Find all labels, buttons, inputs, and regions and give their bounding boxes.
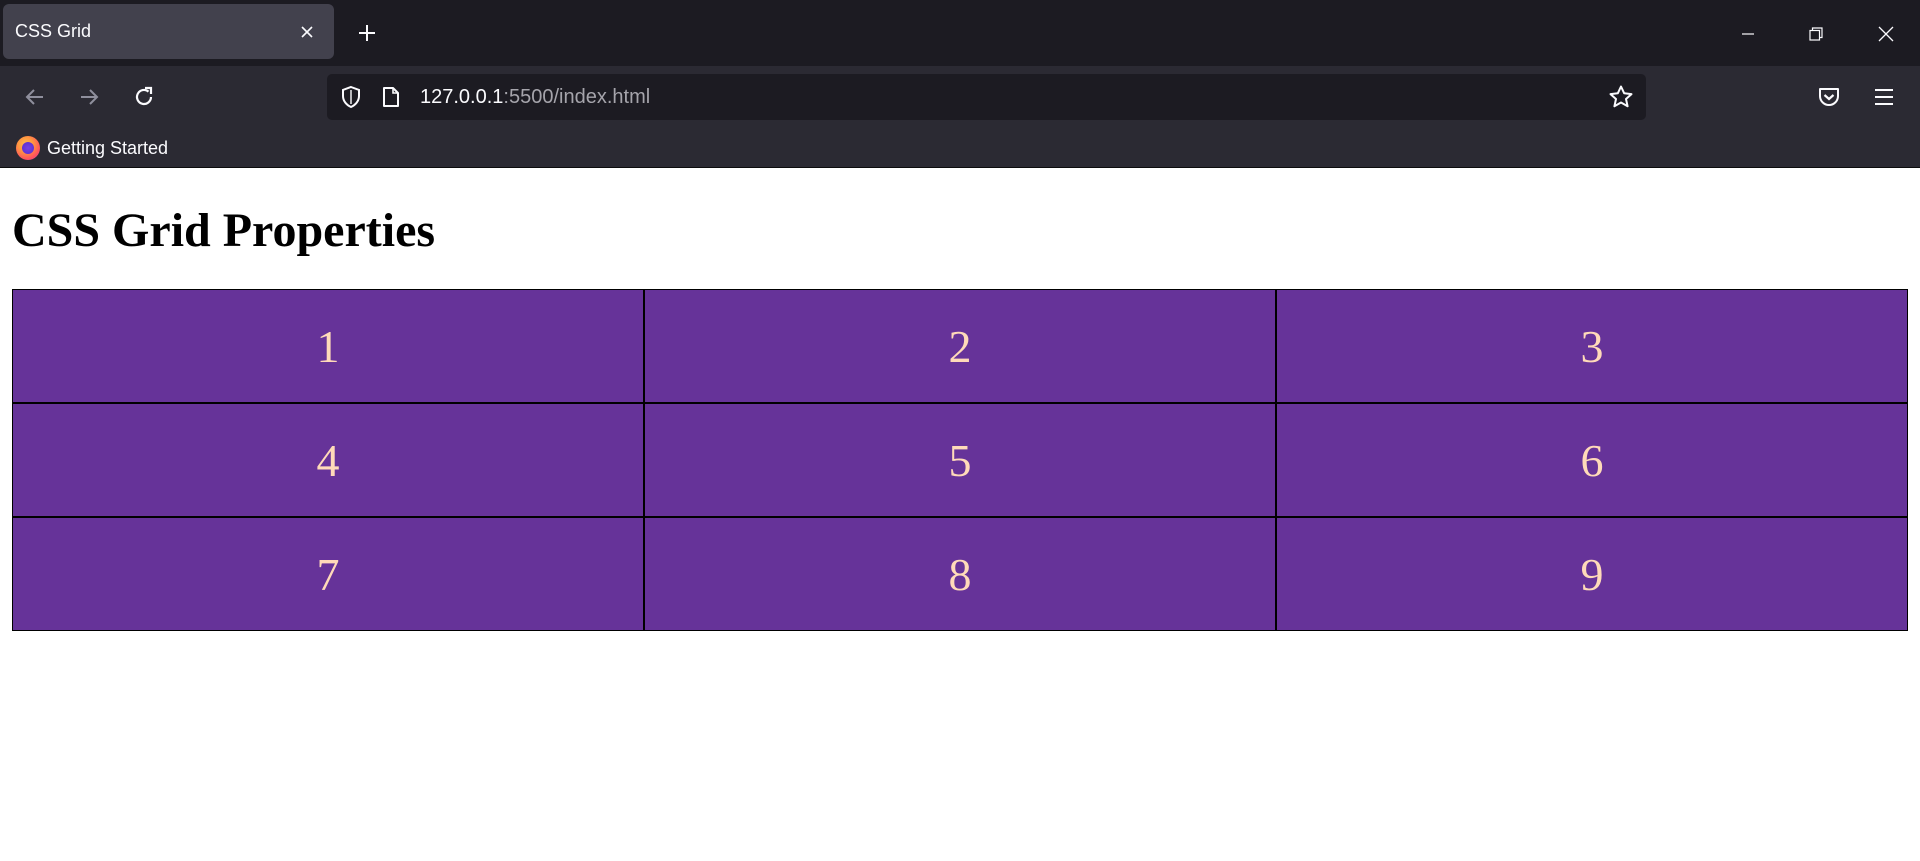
shield-icon[interactable]: [337, 83, 365, 111]
hamburger-menu-icon: [1875, 89, 1893, 105]
page-heading: CSS Grid Properties: [12, 204, 436, 257]
grid-item: 3: [1276, 289, 1908, 403]
reload-icon: [135, 86, 153, 106]
grid-item: 7: [12, 517, 644, 631]
forward-button[interactable]: [69, 77, 109, 117]
grid-item: 5: [644, 403, 1276, 517]
grid-item: 2: [644, 289, 1276, 403]
close-window-button[interactable]: [1866, 14, 1906, 54]
bookmark-getting-started[interactable]: Getting Started: [16, 134, 168, 162]
grid-item: 8: [644, 517, 1276, 631]
restore-button[interactable]: [1796, 14, 1836, 54]
pocket-icon: [1819, 88, 1839, 106]
bookmark-star-icon[interactable]: [1606, 82, 1636, 112]
menu-button[interactable]: [1864, 77, 1904, 117]
restore-icon: [1809, 27, 1823, 41]
grid-item: 4: [12, 403, 644, 517]
browser-tab[interactable]: CSS Grid: [3, 4, 334, 59]
new-tab-button[interactable]: [351, 17, 383, 49]
grid-item: 9: [1276, 517, 1908, 631]
firefox-logo-icon: [16, 136, 40, 160]
url-host: 127.0.0.1: [420, 86, 504, 108]
plus-icon: [359, 25, 375, 41]
page-icon[interactable]: [377, 83, 405, 111]
grid-item: 1: [12, 289, 644, 403]
tab-strip: CSS Grid: [0, 0, 1920, 66]
url-path: :5500/index.html: [503, 86, 651, 108]
reload-button[interactable]: [124, 77, 164, 117]
back-button[interactable]: [15, 77, 55, 117]
grid-item: 6: [1276, 403, 1908, 517]
minimize-icon: [1742, 33, 1754, 35]
page-content: CSS Grid Properties 1 2 3 4 5 6 7 8 9: [0, 169, 1920, 861]
close-icon: [1878, 26, 1894, 42]
arrow-right-icon: [81, 89, 99, 105]
navigation-bar: 127.0.0.1:5500/index.html: [0, 66, 1920, 128]
tab-title: CSS Grid: [15, 21, 92, 41]
address-bar[interactable]: 127.0.0.1:5500/index.html: [327, 74, 1646, 120]
minimize-button[interactable]: [1728, 14, 1768, 54]
pocket-button[interactable]: [1809, 77, 1849, 117]
bookmark-label: Getting Started: [47, 137, 169, 158]
url-text[interactable]: 127.0.0.1:5500/index.html: [420, 86, 650, 109]
bookmarks-toolbar: Getting Started: [0, 128, 1920, 168]
arrow-left-icon: [25, 89, 43, 105]
grid-container: 1 2 3 4 5 6 7 8 9: [12, 289, 1908, 631]
close-tab-icon[interactable]: [292, 17, 322, 47]
